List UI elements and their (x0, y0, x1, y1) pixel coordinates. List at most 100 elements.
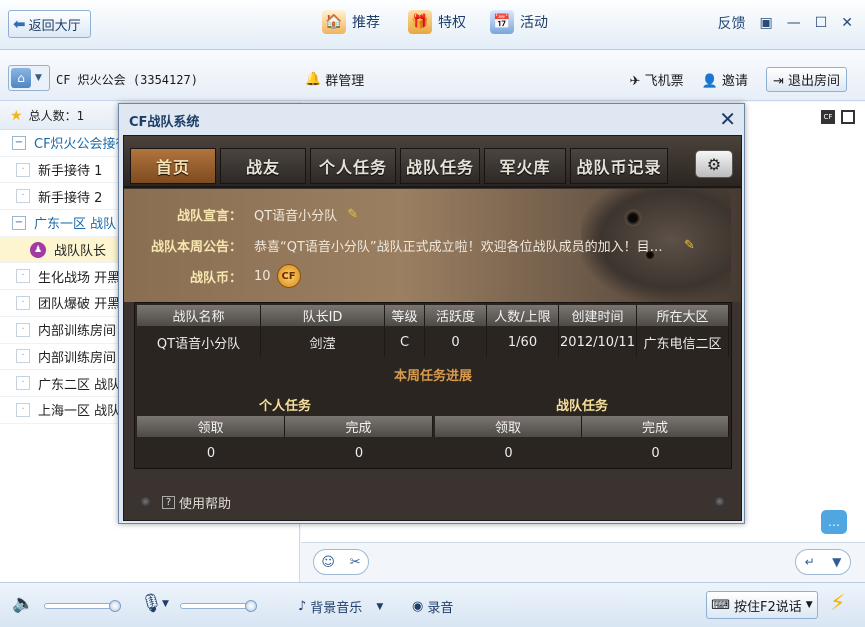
layout-icon[interactable] (841, 110, 855, 124)
coins-label: 战队币： (189, 270, 242, 286)
channel-dot-icon: · (16, 402, 30, 417)
window-controls: 反馈 ▣ — ☐ ✕ (717, 13, 853, 33)
bell-icon: 🔔 (305, 72, 322, 87)
emoji-icon[interactable]: ☺ (321, 555, 335, 570)
tree-item-label: 广东二区 战队 (38, 377, 121, 393)
scissors-icon[interactable]: ✂ (350, 555, 361, 570)
col-members: 人数/上限 (487, 305, 559, 326)
lightning-icon[interactable]: ⚡ (830, 591, 845, 616)
chat-bubble-icon[interactable]: … (821, 510, 847, 534)
tree-item-label: 战队队长 (54, 244, 107, 260)
maximize-icon[interactable]: ☐ (815, 15, 828, 31)
record-button[interactable]: ◉ 录音 (412, 597, 453, 616)
back-to-lobby-label: 返回大厅 (28, 18, 81, 34)
music-dropdown-icon[interactable]: ▼ (376, 602, 383, 612)
record-label: 录音 (427, 601, 454, 616)
mic-slider-knob[interactable] (245, 600, 257, 612)
cell-team-name: QT语音小分队 (137, 327, 261, 357)
mic-dropdown-icon[interactable]: ▼ (162, 599, 169, 609)
declaration-label: 战队宣言： (176, 209, 242, 224)
record-icon: ◉ (412, 599, 424, 614)
rivet-icon (140, 496, 151, 507)
group-manage-label: 群管理 (325, 74, 365, 89)
channel-dot-icon: · (16, 162, 30, 177)
collapse-icon[interactable]: − (12, 135, 26, 150)
cell-level: C (385, 327, 425, 357)
personal-claimed-value: 0 (206, 445, 216, 461)
room-tools: ✈ 飞机票 👤 邀请 ⇥ 退出房间 (630, 67, 847, 92)
user-icon: ♟ (30, 241, 46, 258)
nav-activity[interactable]: 📅 活动 (490, 10, 548, 34)
room-avatar[interactable]: ⌂ ▼ (8, 65, 50, 91)
team-table: 战队名称 队长ID 等级 活跃度 人数/上限 创建时间 所在大区 QT语音小分队… (134, 302, 732, 469)
send-options-icon[interactable]: ▼ (832, 555, 841, 569)
calendar-icon: 📅 (490, 10, 514, 34)
group-manage-button[interactable]: 🔔 群管理 (305, 70, 364, 89)
col-level: 等级 (385, 305, 425, 326)
team-claimed-value: 0 (504, 445, 513, 461)
dialog-close-icon[interactable]: ✕ (719, 107, 736, 131)
music-icon: ♪ (298, 599, 307, 614)
back-to-lobby-button[interactable]: ⬅ 返回大厅 (8, 10, 91, 38)
exit-icon: ⇥ (772, 74, 784, 89)
nav-privilege[interactable]: 🎁 特权 (408, 10, 466, 34)
volume-slider[interactable] (44, 600, 121, 612)
menu-icon[interactable]: ▣ (759, 15, 772, 31)
personal-progress-header: 领取 完成 (137, 416, 433, 437)
cf-icon[interactable]: CF (821, 110, 835, 124)
minimize-icon[interactable]: — (787, 15, 801, 31)
cf-coin-icon: CF (276, 264, 301, 288)
exit-room-button[interactable]: ⇥ 退出房间 (765, 67, 847, 92)
speaker-icon[interactable]: 🔈 (12, 593, 34, 614)
col-activity: 活跃度 (425, 305, 487, 326)
personal-done-value: 0 (354, 445, 364, 461)
mic-slider[interactable] (180, 600, 257, 612)
tab-teammates[interactable]: 战友 (220, 148, 306, 184)
invite-button[interactable]: 👤 邀请 (702, 70, 748, 89)
collapse-icon[interactable]: − (12, 215, 26, 230)
personal-progress-row: 0 0 (137, 439, 433, 467)
room-name: CF 炽火公会 (3354127) (56, 73, 198, 87)
add-user-icon: 👤 (701, 74, 718, 89)
background-music-button[interactable]: ♪ 背景音乐 ▼ (298, 597, 383, 616)
tree-item-label: 团队爆破 开黑 (38, 297, 121, 313)
chevron-down-icon: ▼ (35, 73, 42, 83)
close-icon[interactable]: ✕ (841, 15, 853, 31)
volume-slider-knob[interactable] (109, 600, 121, 612)
tab-personal-tasks[interactable]: 个人任务 (310, 148, 396, 184)
declaration-value: QT语音小分队 (254, 209, 338, 224)
nav-recommend[interactable]: 🏠 推荐 (322, 10, 380, 34)
top-bar: ⬅ 返回大厅 🏠 推荐 🎁 特权 📅 活动 反馈 ▣ — ☐ ✕ (0, 0, 865, 50)
input-tools-group: ☺ ✂ (313, 549, 369, 575)
team-progress-header: 领取 完成 (435, 416, 729, 437)
notice-value: 恭喜“QT语音小分队”战队正式成立啦！欢迎各位战队成员的加入！目… (254, 240, 663, 255)
tab-team-tasks[interactable]: 战队任务 (400, 148, 480, 184)
channel-dot-icon: · (16, 322, 30, 337)
rivet-icon (714, 496, 725, 507)
channel-dot-icon: · (16, 349, 30, 364)
declaration-row: 战队宣言： QT语音小分队 ✎ (134, 205, 358, 224)
help-icon: ? (162, 496, 175, 509)
col-region: 所在大区 (637, 305, 729, 326)
push-to-talk-dropdown-icon[interactable]: ▼ (806, 600, 813, 610)
nav-recommend-label: 推荐 (352, 15, 380, 31)
tab-home[interactable]: 首页 (130, 148, 216, 184)
personal-tasks-title: 个人任务 (258, 399, 311, 414)
cf-team-dialog: CF战队系统 ✕ 首页 战友 个人任务 战队任务 军火库 战队币记录 ⚙ 战队宣… (118, 103, 745, 524)
nav-privilege-label: 特权 (438, 15, 466, 31)
pencil-icon[interactable]: ✎ (347, 207, 358, 222)
background-music-label: 背景音乐 (310, 601, 363, 616)
gear-icon[interactable]: ⚙ (695, 150, 733, 178)
ticket-button[interactable]: ✈ 飞机票 (630, 70, 684, 89)
push-to-talk-button[interactable]: ⌨ 按住F2说话 ▼ (706, 591, 818, 619)
help-button[interactable]: ? 使用帮助 (162, 493, 231, 512)
pencil-icon[interactable]: ✎ (684, 238, 695, 253)
notice-label: 战队本周公告： (150, 240, 242, 255)
tab-coin-records[interactable]: 战队币记录 (570, 148, 668, 184)
push-to-talk-label: 按住F2说话 (734, 599, 802, 615)
send-icon[interactable]: ↵ (805, 555, 815, 569)
microphone-icon[interactable]: 🎙 (140, 593, 163, 614)
tab-armory[interactable]: 军火库 (484, 148, 566, 184)
dialog-panel: 首页 战友 个人任务 战队任务 军火库 战队币记录 ⚙ 战队宣言： QT语音小分… (123, 135, 742, 521)
feedback-link[interactable]: 反馈 (717, 13, 745, 33)
